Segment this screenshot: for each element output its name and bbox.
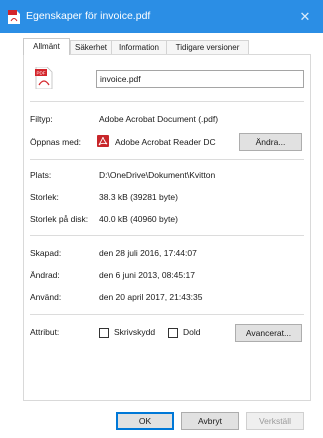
modified-value: den 6 juni 2013, 08:45:17: [99, 270, 195, 280]
location-value: D:\OneDrive\Dokument\Kvitton: [99, 170, 216, 180]
location-label: Plats:: [30, 170, 52, 180]
close-button[interactable]: ✕: [287, 0, 323, 33]
ok-button[interactable]: OK: [116, 412, 174, 430]
cancel-button[interactable]: Avbryt: [181, 412, 239, 430]
created-value: den 28 juli 2016, 17:44:07: [99, 248, 197, 258]
opens-with-value: Adobe Acrobat Reader DC: [115, 137, 216, 147]
opens-with-label: Öppnas med:: [30, 137, 82, 147]
size-on-disk-label: Storlek på disk:: [30, 214, 89, 224]
tab-tidigare-versioner[interactable]: Tidigare versioner: [166, 40, 249, 54]
pdf-file-icon: PDF: [35, 66, 53, 90]
separator: [30, 159, 304, 160]
accessed-label: Använd:: [30, 292, 62, 302]
change-button[interactable]: Ändra...: [239, 133, 302, 151]
size-label: Storlek:: [30, 192, 59, 202]
readonly-checkbox[interactable]: [99, 328, 109, 338]
hidden-label: Dold: [183, 327, 201, 337]
hidden-checkbox[interactable]: [168, 328, 178, 338]
separator: [30, 314, 304, 315]
filename-field[interactable]: invoice.pdf: [96, 70, 304, 88]
window-title: Egenskaper för invoice.pdf: [26, 10, 151, 22]
svg-text:PDF: PDF: [37, 71, 46, 76]
modified-label: Ändrad:: [30, 270, 60, 280]
acrobat-reader-icon: [97, 135, 109, 147]
advanced-button[interactable]: Avancerat...: [235, 324, 302, 342]
separator: [30, 235, 304, 236]
size-on-disk-value: 40.0 kB (40960 byte): [99, 214, 178, 224]
close-icon: ✕: [299, 8, 311, 24]
filetype-label: Filtyp:: [30, 114, 53, 124]
size-value: 38.3 kB (39281 byte): [99, 192, 178, 202]
separator: [30, 101, 304, 102]
title-bar: Egenskaper för invoice.pdf ✕: [0, 0, 323, 33]
pdf-file-icon: [8, 10, 20, 24]
filetype-value: Adobe Acrobat Document (.pdf): [99, 114, 219, 124]
tab-information[interactable]: Information: [111, 40, 167, 54]
readonly-label: Skrivskydd: [114, 327, 156, 337]
accessed-value: den 20 april 2017, 21:43:35: [99, 292, 203, 302]
tab-allmant[interactable]: Allmänt: [23, 38, 70, 55]
tab-sakerhet[interactable]: Säkerhet: [70, 40, 112, 54]
general-panel: [23, 54, 311, 401]
created-label: Skapad:: [30, 248, 62, 258]
attributes-label: Attribut:: [30, 327, 60, 337]
apply-button[interactable]: Verkställ: [246, 412, 304, 430]
